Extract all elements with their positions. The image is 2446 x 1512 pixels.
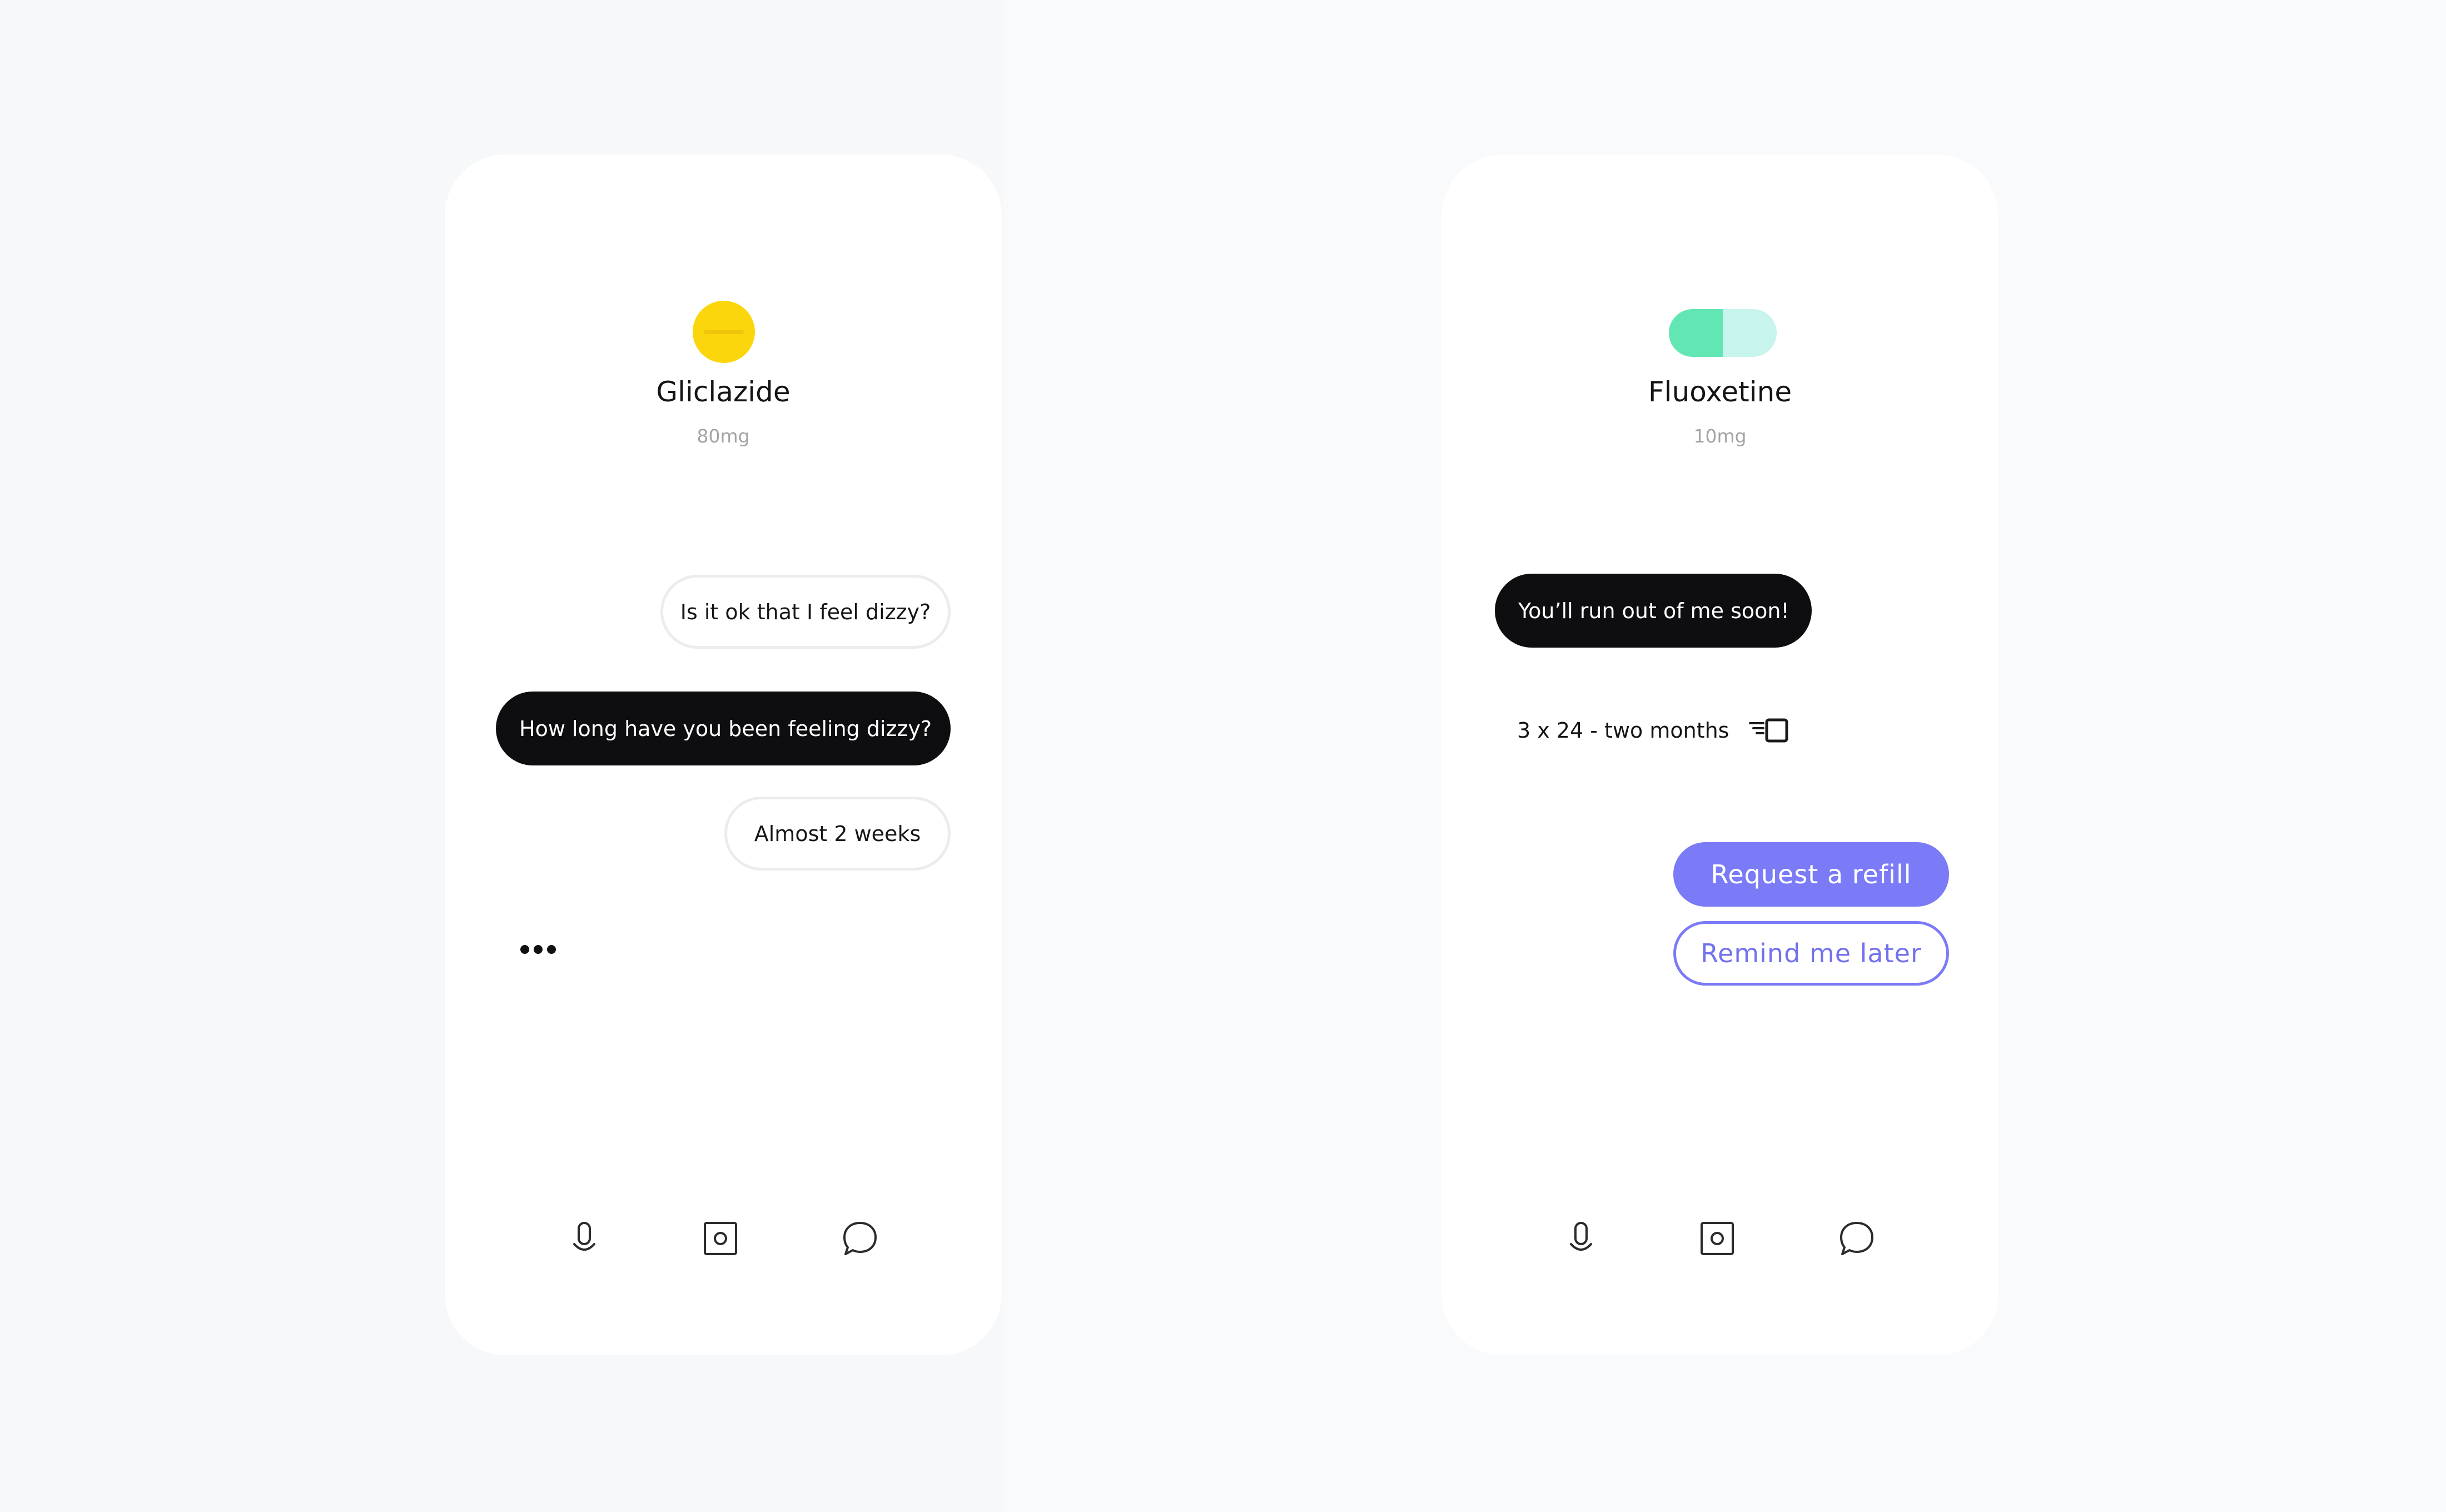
microphone-icon [1570, 1222, 1592, 1251]
pill-box-icon [1749, 718, 1788, 743]
typing-dot [534, 945, 543, 954]
chat-icon [1840, 1222, 1873, 1255]
round-pill-icon [693, 301, 755, 363]
typing-dot [547, 945, 556, 954]
typing-dot [520, 945, 529, 954]
camera-icon [704, 1222, 737, 1255]
medication-message: How long have you been feeling dizzy? [496, 692, 951, 765]
capsule-half-mint [1723, 309, 1777, 357]
user-message: Almost 2 weeks [724, 797, 951, 871]
user-message: Is it ok that I feel dizzy? [660, 575, 951, 649]
chat-button[interactable] [1833, 1215, 1880, 1262]
microphone-icon [573, 1222, 595, 1251]
remind-later-button[interactable]: Remind me later [1673, 921, 1949, 986]
phone-screen-fluoxetine: Fluoxetine 10mg You’ll run out of me soo… [1441, 155, 1998, 1355]
camera-button[interactable] [1694, 1215, 1741, 1262]
supply-info: 3 x 24 - two months [1517, 717, 1791, 744]
chat-icon [843, 1222, 877, 1255]
medication-message: You’ll run out of me soon! [1495, 574, 1812, 648]
typing-indicator [520, 945, 556, 954]
medication-dose: 80mg [697, 425, 750, 447]
capsule-icon [1669, 309, 1777, 357]
microphone-button[interactable] [1558, 1215, 1604, 1262]
medication-name: Fluoxetine [1648, 376, 1792, 408]
supply-text: 3 x 24 - two months [1517, 718, 1729, 743]
medication-name: Gliclazide [656, 376, 791, 408]
chat-button[interactable] [837, 1215, 883, 1262]
request-refill-button[interactable]: Request a refill [1673, 842, 1949, 907]
camera-icon [1701, 1222, 1734, 1255]
medication-dose: 10mg [1693, 425, 1747, 447]
camera-button[interactable] [697, 1215, 744, 1262]
phone-screen-gliclazide: Gliclazide 80mg Is it ok that I feel diz… [445, 155, 1002, 1355]
pill-score-line [704, 330, 744, 334]
capsule-half-green [1669, 309, 1723, 357]
microphone-button[interactable] [561, 1215, 608, 1262]
